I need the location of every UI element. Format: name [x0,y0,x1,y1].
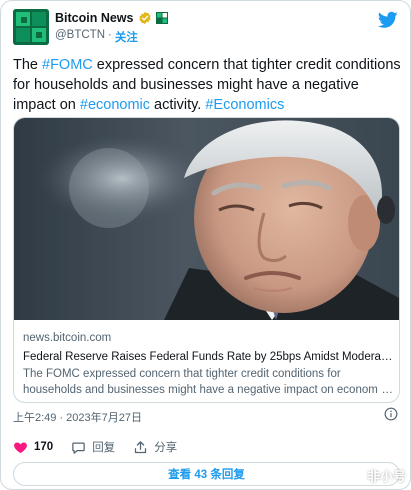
link-preview-card[interactable]: news.bitcoin.com Federal Reserve Raises … [13,117,400,403]
tweet-timestamp[interactable]: 上午2:49 · 2023年7月27日 [13,409,142,425]
bitcoin-news-avatar[interactable] [13,9,49,45]
reply-bubble-icon [72,442,85,454]
watermark-text: 非小号 [366,469,406,484]
view-replies-button[interactable]: 查看 43 条回复 [13,462,400,486]
verified-badge-icon [138,11,151,25]
hashtag-fomc[interactable]: #FOMC [42,57,93,73]
link-domain: news.bitcoin.com [23,332,112,344]
link-title[interactable]: Federal Reserve Raises Federal Funds Rat… [23,349,393,365]
like-count: 170 [34,441,54,453]
info-icon[interactable] [384,407,398,421]
like-button[interactable]: 170 [13,440,53,455]
reply-label: 回复 [92,442,116,454]
tweet-actions: 170 回复 分享 [13,439,177,455]
hashtag-economic[interactable]: #economic [80,97,150,113]
follow-button[interactable]: 关注 [115,29,138,45]
share-icon [135,440,147,453]
tweet-card: Bitcoin News @BTCTN · 关注 The #FOMC expre… [0,0,411,490]
account-handle[interactable]: @BTCTN [55,29,105,45]
watermark: 非小号 [350,466,406,485]
link-description-ellipsis: … [377,382,393,398]
link-description: The FOMC expressed concern that tighter … [23,366,393,398]
twitter-bird-icon[interactable] [378,11,398,29]
link-description-text: The FOMC expressed concern that tighter … [23,368,387,396]
heart-icon [14,442,27,453]
hashtag-economics[interactable]: #Economics [205,97,284,113]
share-button[interactable]: 分享 [133,439,177,455]
tweet-segment: activity. [150,97,206,113]
tweet-segment: The [13,57,43,73]
bitcoin-news-mini-logo-icon [155,12,168,24]
handle-separator: · [108,29,112,41]
reply-button[interactable]: 回复 [71,439,115,455]
link-meta: news.bitcoin.com Federal Reserve Raises … [23,330,393,398]
account-name-row: Bitcoin News [55,11,168,25]
article-photo [14,118,399,320]
share-label: 分享 [154,442,178,454]
tweet-text: The #FOMC expressed concern that tighter… [13,55,403,115]
account-name[interactable]: Bitcoin News [55,11,134,25]
watermark-logo-icon [351,468,363,483]
handle-row: @BTCTN · 关注 [55,29,138,45]
